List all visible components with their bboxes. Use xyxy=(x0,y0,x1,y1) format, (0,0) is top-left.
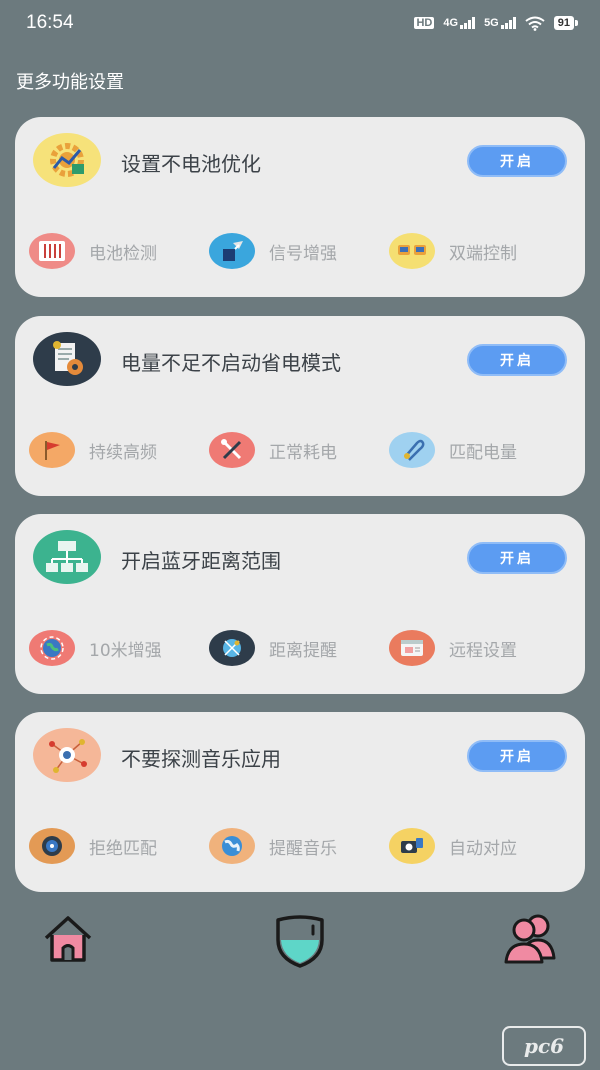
feature-label: 提醒音乐 xyxy=(269,838,337,859)
nav-shield[interactable] xyxy=(268,910,332,974)
enable-button[interactable]: 开启 xyxy=(467,344,567,376)
feature-label: 电池检测 xyxy=(89,243,157,264)
feature-label: 双端控制 xyxy=(449,243,517,264)
camera-card-icon xyxy=(389,828,435,864)
feature-signal-boost[interactable]: 信号增强 xyxy=(209,231,337,271)
feature-row: 10米增强 距离提醒 远程设置 xyxy=(29,628,569,668)
card-bluetooth-range: 开启蓝牙距离范围 开启 10米增强 距离提醒 远程设置 xyxy=(15,514,585,694)
enable-button[interactable]: 开启 xyxy=(467,145,567,177)
feature-music-reminder[interactable]: 提醒音乐 xyxy=(209,826,337,866)
status-bar: 16:54 HD 4G 5G 91 xyxy=(0,0,600,46)
page-title: 更多功能设置 xyxy=(16,72,124,93)
satellite-icon xyxy=(209,630,255,666)
gear-chart-icon xyxy=(33,133,101,187)
browser-window-icon xyxy=(389,630,435,666)
feature-normal-consumption[interactable]: 正常耗电 xyxy=(209,430,337,470)
signal-bars-icon xyxy=(500,17,516,29)
battery-indicator: 91 xyxy=(553,16,579,30)
feature-remote-settings[interactable]: 远程设置 xyxy=(389,628,517,668)
card-title: 电量不足不启动省电模式 xyxy=(121,351,341,375)
nav-users[interactable] xyxy=(498,910,568,972)
feature-label: 远程设置 xyxy=(449,640,517,661)
feature-high-frequency[interactable]: 持续高频 xyxy=(29,430,157,470)
watermark-logo: pc6 xyxy=(502,1026,586,1066)
feature-match-power[interactable]: 匹配电量 xyxy=(389,430,517,470)
signal-icon xyxy=(209,233,255,269)
enable-button[interactable]: 开启 xyxy=(467,740,567,772)
feature-label: 正常耗电 xyxy=(269,442,337,463)
feature-10m-boost[interactable]: 10米增强 xyxy=(29,628,162,668)
card-battery-optimization: 设置不电池优化 开启 电池检测 信号增强 双端控制 xyxy=(15,117,585,297)
feature-label: 10米增强 xyxy=(89,640,162,661)
document-gear-icon xyxy=(33,332,101,386)
wifi-icon xyxy=(525,16,545,31)
home-icon xyxy=(44,916,92,962)
feature-row: 持续高频 正常耗电 匹配电量 xyxy=(29,430,569,470)
tools-icon xyxy=(209,432,255,468)
sim2-signal: 5G xyxy=(484,17,516,29)
feature-label: 信号增强 xyxy=(269,243,337,264)
paperclip-icon xyxy=(389,432,435,468)
sim1-signal: 4G xyxy=(443,17,476,29)
eye-nodes-icon xyxy=(33,728,101,782)
feature-refuse-match[interactable]: 拒绝匹配 xyxy=(29,826,157,866)
card-title: 不要探测音乐应用 xyxy=(121,747,281,771)
nav-home[interactable] xyxy=(36,910,100,970)
card-power-saving: 电量不足不启动省电模式 开启 持续高频 正常耗电 匹配电量 xyxy=(15,316,585,496)
feature-label: 匹配电量 xyxy=(449,442,517,463)
feature-row: 拒绝匹配 提醒音乐 自动对应 xyxy=(29,826,569,866)
enable-button[interactable]: 开启 xyxy=(467,542,567,574)
vinyl-disc-icon xyxy=(29,828,75,864)
feature-row: 电池检测 信号增强 双端控制 xyxy=(29,231,569,271)
feature-distance-alert[interactable]: 距离提醒 xyxy=(209,628,337,668)
status-icons: HD 4G 5G 91 xyxy=(414,16,579,31)
bottom-nav xyxy=(0,900,600,980)
feature-label: 持续高频 xyxy=(89,442,157,463)
status-time: 16:54 xyxy=(26,12,74,33)
card-title: 设置不电池优化 xyxy=(121,152,261,176)
dual-device-icon xyxy=(389,233,435,269)
world-map-icon xyxy=(209,828,255,864)
feature-label: 自动对应 xyxy=(449,838,517,859)
card-music-detection: 不要探测音乐应用 开启 拒绝匹配 提醒音乐 自动对应 xyxy=(15,712,585,892)
feature-battery-check[interactable]: 电池检测 xyxy=(29,231,157,271)
equalizer-icon xyxy=(29,233,75,269)
feature-dual-control[interactable]: 双端控制 xyxy=(389,231,517,271)
network-tree-icon xyxy=(33,530,101,584)
hd-indicator: HD xyxy=(414,17,435,29)
flag-icon xyxy=(29,432,75,468)
shield-icon xyxy=(276,915,324,968)
card-title: 开启蓝牙距离范围 xyxy=(121,549,281,573)
feature-label: 距离提醒 xyxy=(269,640,337,661)
feature-auto-match[interactable]: 自动对应 xyxy=(389,826,517,866)
globe-icon xyxy=(29,630,75,666)
signal-bars-icon xyxy=(460,17,476,29)
users-icon xyxy=(504,914,556,964)
feature-label: 拒绝匹配 xyxy=(89,838,157,859)
